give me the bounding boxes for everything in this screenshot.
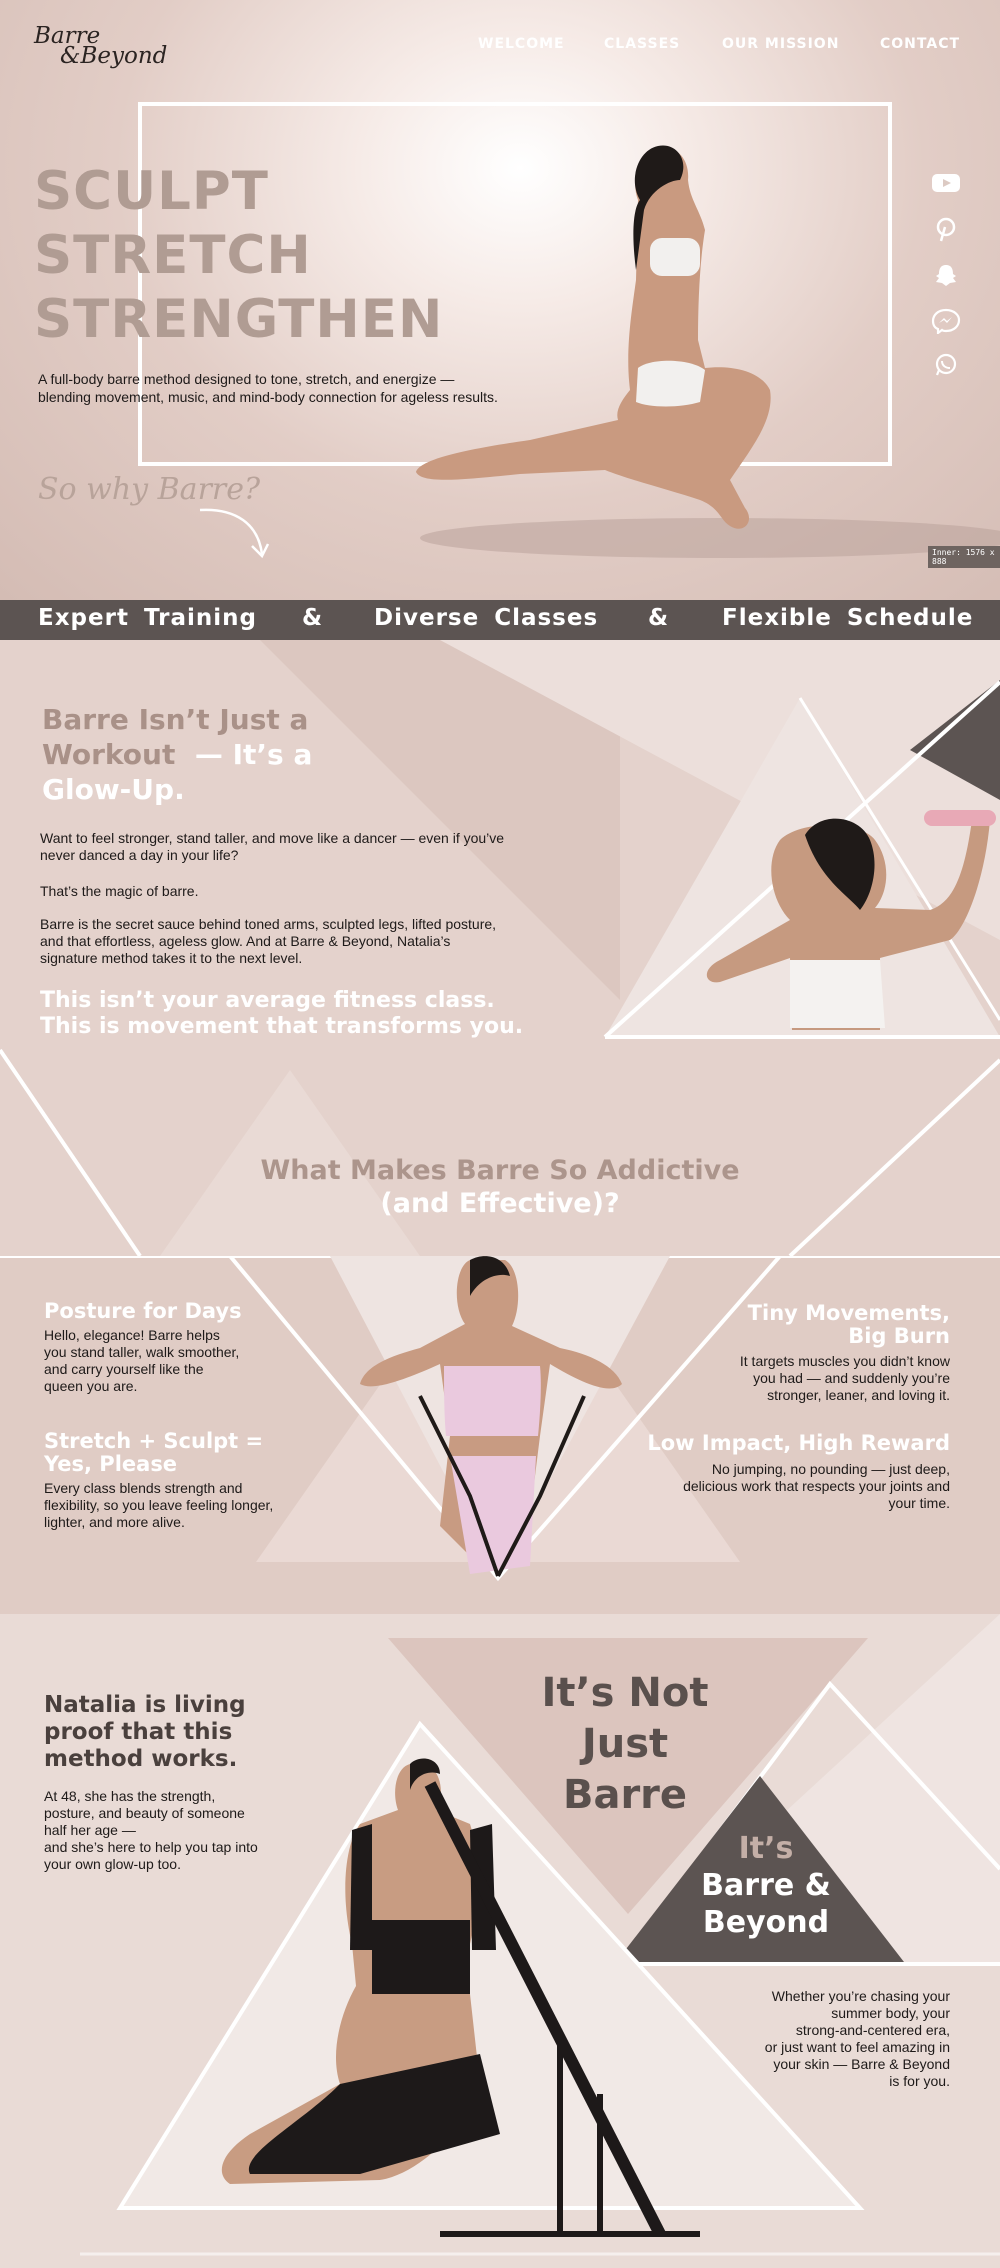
banner-separator: & xyxy=(302,605,324,631)
hero-title: SCULPT STRETCH STRENGTHEN xyxy=(34,160,443,352)
banner-diverse-classes: Diverse Classes xyxy=(374,605,599,631)
hero-subtitle-line-1: A full-body barre method designed to ton… xyxy=(38,371,455,387)
glow-paragraph-2: That’s the magic of barre. xyxy=(40,883,199,899)
natalia-title-line-3: method works. xyxy=(44,1746,238,1772)
whether-line-5: your skin — Barre & Beyond xyxy=(773,2056,950,2072)
curved-arrow-icon xyxy=(199,508,270,559)
stretch-title: Stretch + Sculpt = Yes, Please xyxy=(44,1430,263,1476)
low-line-1: No jumping, no pounding — just deep, xyxy=(711,1461,950,1477)
glow-title-line-2a: Workout xyxy=(42,738,176,771)
hero-subtitle: A full-body barre method designed to ton… xyxy=(38,370,538,406)
tiny-title-line-2: Big Burn xyxy=(848,1324,950,1348)
hero-title-line-2: STRETCH xyxy=(34,225,312,286)
low-line-2: delicious work that respects your joints… xyxy=(683,1478,950,1494)
natalia-body-line-4: and she’s here to help you tap into xyxy=(44,1839,258,1855)
whether-line-6: is for you. xyxy=(889,2073,950,2089)
messenger-icon[interactable] xyxy=(928,308,964,334)
natalia-title: Natalia is living proof that this method… xyxy=(44,1692,246,1773)
glow-cta-line-1: This isn’t your average fitness class. xyxy=(40,988,495,1013)
glow-p3-line-3: signature method takes it to the next le… xyxy=(40,950,303,966)
tiny-line-2: you had — and suddenly you’re xyxy=(753,1370,950,1386)
stretch-body: Every class blends strength and flexibil… xyxy=(44,1480,273,1531)
glow-title-line-3: Glow-Up. xyxy=(42,773,185,806)
stretch-line-3: lighter, and more alive. xyxy=(44,1514,185,1530)
glow-cta-line-2: This is movement that transforms you. xyxy=(40,1014,524,1039)
whether-line-4: or just want to feel amazing in xyxy=(764,2039,950,2055)
hero-title-line-3: STRENGTHEN xyxy=(34,289,444,350)
nav-classes[interactable]: CLASSES xyxy=(604,36,680,52)
natalia-body-line-3: half her age — xyxy=(44,1822,136,1838)
not-just-line-2: Just xyxy=(581,1721,669,1767)
logo-line-2: &Beyond xyxy=(60,43,168,69)
dimension-badge: Inner: 1576 x 888 xyxy=(928,546,1000,568)
glow-title-line-1: Barre Isn’t Just a xyxy=(42,703,309,736)
low-line-3: your time. xyxy=(888,1495,950,1511)
posture-title: Posture for Days xyxy=(44,1299,242,1323)
why-barre-heading: So why Barre? xyxy=(38,472,261,507)
stretch-line-1: Every class blends strength and xyxy=(44,1480,243,1496)
glow-paragraph-1: Want to feel stronger, stand taller, and… xyxy=(40,830,560,864)
natalia-title-line-1: Natalia is living xyxy=(44,1692,246,1718)
tiny-title-line-1: Tiny Movements, xyxy=(747,1301,950,1325)
low-impact-title: Low Impact, High Reward xyxy=(647,1431,950,1455)
its-label: It’s xyxy=(738,1831,794,1866)
natalia-body-line-2: posture, and beauty of someone xyxy=(44,1805,245,1821)
whatsapp-icon[interactable] xyxy=(928,352,964,378)
not-just-line-3: Barre xyxy=(562,1772,688,1818)
tiny-line-1: It targets muscles you didn’t know xyxy=(739,1353,950,1369)
addictive-line-1: What Makes Barre So Addictive xyxy=(260,1155,740,1186)
hero-subtitle-line-2: blending movement, music, and mind-body … xyxy=(38,389,498,405)
natalia-body: At 48, she has the strength, posture, an… xyxy=(44,1788,304,1873)
natalia-body-line-5: your own glow-up too. xyxy=(44,1856,181,1872)
stretch-line-2: flexibility, so you leave feeling longer… xyxy=(44,1497,274,1513)
nav-welcome[interactable]: WELCOME xyxy=(478,36,565,52)
nav-contact[interactable]: CONTACT xyxy=(880,36,960,52)
not-just-line-1: It’s Not xyxy=(541,1670,709,1716)
posture-body: Hello, elegance! Barre helps you stand t… xyxy=(44,1327,239,1395)
brand-logo[interactable]: Barre &Beyond xyxy=(34,25,168,69)
whether-line-1: Whether you’re chasing your xyxy=(771,1988,950,2004)
glow-up-title: Barre Isn’t Just a Workout — It’s a Glow… xyxy=(42,702,312,807)
barre-beyond-line-2: Beyond xyxy=(702,1905,830,1940)
snapchat-icon[interactable] xyxy=(928,262,964,288)
glow-p3-line-2: and that effortless, ageless glow. And a… xyxy=(40,933,451,949)
nav-our-mission[interactable]: OUR MISSION xyxy=(722,36,839,52)
low-impact-body: No jumping, no pounding — just deep, del… xyxy=(600,1461,950,1512)
natalia-body-line-1: At 48, she has the strength, xyxy=(44,1788,216,1804)
tiny-movements-title: Tiny Movements, Big Burn xyxy=(640,1302,950,1348)
posture-line-3: and carry yourself like the xyxy=(44,1361,204,1377)
glow-p1-line-1: Want to feel stronger, stand taller, and… xyxy=(40,830,505,846)
whether-line-3: strong-and-centered era, xyxy=(795,2022,950,2038)
posture-line-4: queen you are. xyxy=(44,1378,138,1394)
stretch-title-line-2: Yes, Please xyxy=(44,1452,178,1476)
glow-cta: This isn’t your average fitness class. T… xyxy=(40,988,523,1040)
glow-paragraph-3: Barre is the secret sauce behind toned a… xyxy=(40,916,560,967)
whether-line-2: summer body, your xyxy=(831,2005,950,2021)
tiny-movements-body: It targets muscles you didn’t know you h… xyxy=(640,1353,950,1404)
banner-separator: & xyxy=(648,605,670,631)
natalia-title-line-2: proof that this xyxy=(44,1719,233,1745)
hero-model-image xyxy=(416,145,771,529)
stretch-title-line-1: Stretch + Sculpt = xyxy=(44,1429,264,1453)
barre-and-beyond-heading: It’s Barre & Beyond xyxy=(646,1830,886,1941)
banner-expert-training: Expert Training xyxy=(38,605,257,631)
posture-line-1: Hello, elegance! Barre helps xyxy=(44,1327,220,1343)
tiny-line-3: stronger, leaner, and loving it. xyxy=(767,1387,950,1403)
youtube-icon[interactable] xyxy=(928,170,964,196)
whether-paragraph: Whether you’re chasing your summer body,… xyxy=(700,1988,950,2090)
hero-title-line-1: SCULPT xyxy=(34,161,269,222)
barre-beyond-line-1: Barre & xyxy=(701,1868,831,1903)
glow-title-line-2b: — It’s a xyxy=(194,738,313,771)
not-just-barre-heading: It’s Not Just Barre xyxy=(520,1668,730,1821)
posture-line-2: you stand taller, walk smoother, xyxy=(44,1344,240,1360)
banner-flexible-schedule: Flexible Schedule xyxy=(722,605,974,631)
glow-p1-line-2: never danced a day in your life? xyxy=(40,847,239,863)
addictive-heading: What Makes Barre So Addictive (and Effec… xyxy=(0,1154,1000,1220)
glow-p3-line-1: Barre is the secret sauce behind toned a… xyxy=(40,916,497,932)
pinterest-icon[interactable] xyxy=(928,216,964,242)
addictive-line-2: (and Effective)? xyxy=(380,1188,620,1219)
